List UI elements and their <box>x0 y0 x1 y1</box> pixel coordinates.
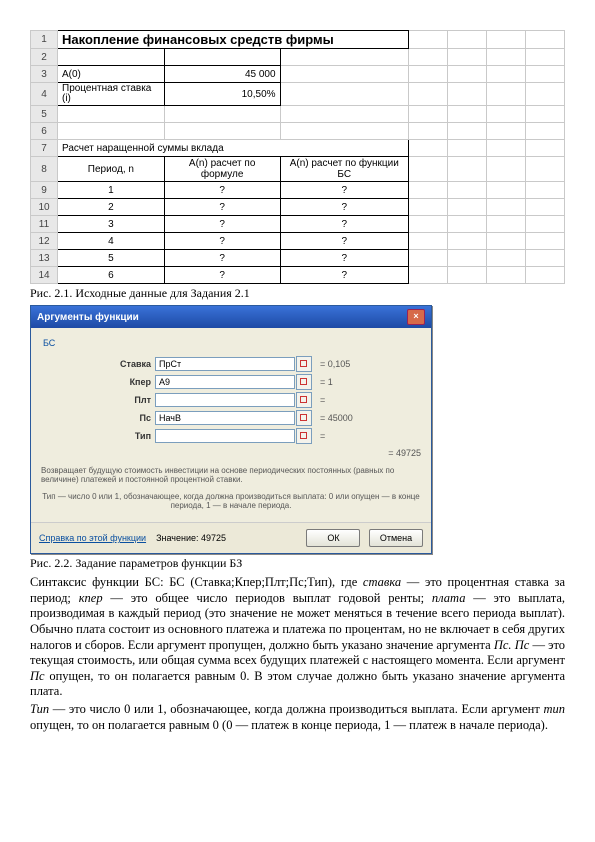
sheet-title: Накопление финансовых средств фирмы <box>58 31 409 49</box>
close-icon[interactable]: × <box>407 309 425 325</box>
ok-button[interactable]: ОК <box>306 529 360 547</box>
result-value: 49725 <box>201 533 226 543</box>
hdr-fv: A(n) расчет по функции БС <box>280 157 408 182</box>
arg-row-type: Тип = <box>41 428 421 444</box>
arg-input-nper[interactable] <box>155 375 295 389</box>
arg-input-type[interactable] <box>155 429 295 443</box>
arg-input-pmt[interactable] <box>155 393 295 407</box>
hdr-formula: A(n) расчет по формуле <box>164 157 280 182</box>
hdr-period: Период, n <box>58 157 165 182</box>
arg-row-pv: Пс = 45000 <box>41 410 421 426</box>
arg-row-pmt: Плт = <box>41 392 421 408</box>
a0-value: 45 000 <box>164 66 280 83</box>
range-picker-icon[interactable] <box>296 356 312 372</box>
figure-caption-1: Рис. 2.1. Исходные данные для Задания 2.… <box>30 286 565 301</box>
rate-value: 10,50% <box>164 83 280 106</box>
spreadsheet: 1 Накопление финансовых средств фирмы 2 … <box>30 30 565 284</box>
preview-value: = 49725 <box>388 448 421 458</box>
argument-description: Тип — число 0 или 1, обозначающее, когда… <box>41 492 421 510</box>
result-label: Значение: <box>156 533 198 543</box>
rate-label: Процентная ставка (i) <box>58 83 165 106</box>
arg-input-pv[interactable] <box>155 411 295 425</box>
arg-input-rate[interactable] <box>155 357 295 371</box>
a0-label: A(0) <box>58 66 165 83</box>
cancel-button[interactable]: Отмена <box>369 529 423 547</box>
calc-title: Расчет наращенной суммы вклада <box>58 140 409 157</box>
dialog-title-text: Аргументы функции <box>37 312 139 323</box>
range-picker-icon[interactable] <box>296 374 312 390</box>
function-description: Возвращает будущую стоимость инвестиции … <box>41 466 421 484</box>
dialog-titlebar: Аргументы функции × <box>31 306 431 328</box>
range-picker-icon[interactable] <box>296 428 312 444</box>
range-picker-icon[interactable] <box>296 410 312 426</box>
cell-period: 1 <box>58 182 165 199</box>
body-paragraph-2: Тип — это число 0 или 1, обозначающее, к… <box>30 702 565 733</box>
body-paragraph-1: Синтаксис функции БС: БС (Ставка;Кпер;Пл… <box>30 575 565 700</box>
range-picker-icon[interactable] <box>296 392 312 408</box>
arg-row-rate: Ставка = 0,105 <box>41 356 421 372</box>
row-header: 1 <box>31 31 58 49</box>
figure-caption-2: Рис. 2.2. Задание параметров функции БЗ <box>30 556 565 571</box>
function-arguments-dialog: Аргументы функции × БС Ставка = 0,105 Кп… <box>30 305 432 554</box>
arg-row-nper: Кпер = 1 <box>41 374 421 390</box>
function-name: БС <box>41 336 421 354</box>
help-link[interactable]: Справка по этой функции <box>39 533 146 543</box>
